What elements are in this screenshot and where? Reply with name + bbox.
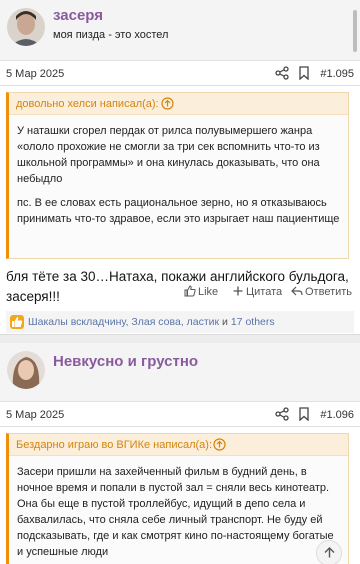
reply-button[interactable]: Ответить bbox=[291, 285, 352, 298]
post-author[interactable]: Невкусно и грустно bbox=[53, 353, 198, 370]
avatar[interactable] bbox=[7, 351, 45, 389]
quote-author[interactable]: довольно хелси написал(а): bbox=[16, 98, 159, 110]
thumbs-up-icon bbox=[12, 317, 23, 327]
post-author[interactable]: засеря bbox=[53, 7, 103, 24]
bookmark-icon[interactable] bbox=[298, 407, 310, 421]
quote-block: Бездарно играю во ВГИКе написал(а): Засе… bbox=[6, 433, 349, 564]
like-label: Like bbox=[198, 286, 219, 298]
like-button[interactable]: Like bbox=[184, 285, 218, 298]
post-header: Невкусно и грустно bbox=[0, 343, 360, 401]
post-date[interactable]: 5 Мар 2025 bbox=[6, 409, 64, 421]
post-meta: 5 Мар 2025 #1.095 bbox=[0, 60, 360, 86]
quote-body: У наташки сгорел пердак от рилса полувым… bbox=[9, 115, 348, 227]
post-1096: Невкусно и грустно 5 Мар 2025 #1.096 Без… bbox=[0, 343, 360, 564]
reactions-bar[interactable]: Шакалы вскладчину, Злая сова, ластик и 1… bbox=[6, 311, 354, 333]
post-date[interactable]: 5 Мар 2025 bbox=[6, 68, 64, 80]
plus-icon bbox=[233, 286, 243, 296]
scroll-to-top-button[interactable] bbox=[316, 540, 342, 564]
quote-header[interactable]: довольно хелси написал(а): bbox=[9, 93, 348, 115]
quote-paragraph: пс. В ее словах есть рациональное зерно,… bbox=[17, 197, 340, 225]
scroll-to-top-icon bbox=[324, 547, 335, 558]
arrow-up-circle-icon[interactable] bbox=[161, 97, 174, 110]
quote-author[interactable]: Бездарно играю во ВГИКе написал(а): bbox=[16, 439, 212, 451]
post-number[interactable]: #1.096 bbox=[320, 409, 354, 421]
quote-header[interactable]: Бездарно играю во ВГИКе написал(а): bbox=[9, 434, 348, 456]
share-icon[interactable] bbox=[275, 407, 289, 421]
post-header: засеря моя пизда - это хостел bbox=[0, 0, 360, 60]
reaction-connector: и bbox=[219, 316, 231, 328]
scrollbar[interactable] bbox=[353, 10, 357, 52]
reaction-badge bbox=[10, 315, 24, 329]
avatar-image bbox=[7, 351, 45, 389]
avatar[interactable] bbox=[7, 8, 45, 46]
user-title: моя пизда - это хостел bbox=[53, 29, 169, 41]
reactions-list[interactable]: Шакалы вскладчину, Злая сова, ластик и 1… bbox=[28, 316, 275, 328]
avatar-image bbox=[7, 8, 45, 46]
quote-paragraph: У наташки сгорел пердак от рилса полувым… bbox=[17, 125, 320, 185]
bookmark-icon[interactable] bbox=[298, 66, 310, 80]
post-1095: засеря моя пизда - это хостел 5 Мар 2025… bbox=[0, 0, 360, 335]
post-meta: 5 Мар 2025 #1.096 bbox=[0, 401, 360, 427]
post-number[interactable]: #1.095 bbox=[320, 68, 354, 80]
thumbs-up-icon bbox=[184, 285, 196, 297]
arrow-up-circle-icon[interactable] bbox=[213, 438, 226, 451]
quote-label: Цитата bbox=[246, 286, 283, 298]
quote-block: довольно хелси написал(а): У наташки сго… bbox=[6, 92, 349, 259]
reaction-others[interactable]: 17 others bbox=[231, 316, 275, 328]
reply-label: Ответить bbox=[305, 286, 353, 298]
share-icon[interactable] bbox=[275, 66, 289, 80]
reply-icon bbox=[291, 286, 303, 296]
quote-button[interactable]: Цитата bbox=[232, 285, 282, 298]
quote-body: Засери пришли на захейченный фильм в буд… bbox=[9, 456, 348, 560]
reaction-users[interactable]: Шакалы вскладчину, Злая сова, ластик bbox=[28, 316, 219, 328]
quote-paragraph: Засери пришли на захейченный фильм в буд… bbox=[17, 466, 334, 558]
